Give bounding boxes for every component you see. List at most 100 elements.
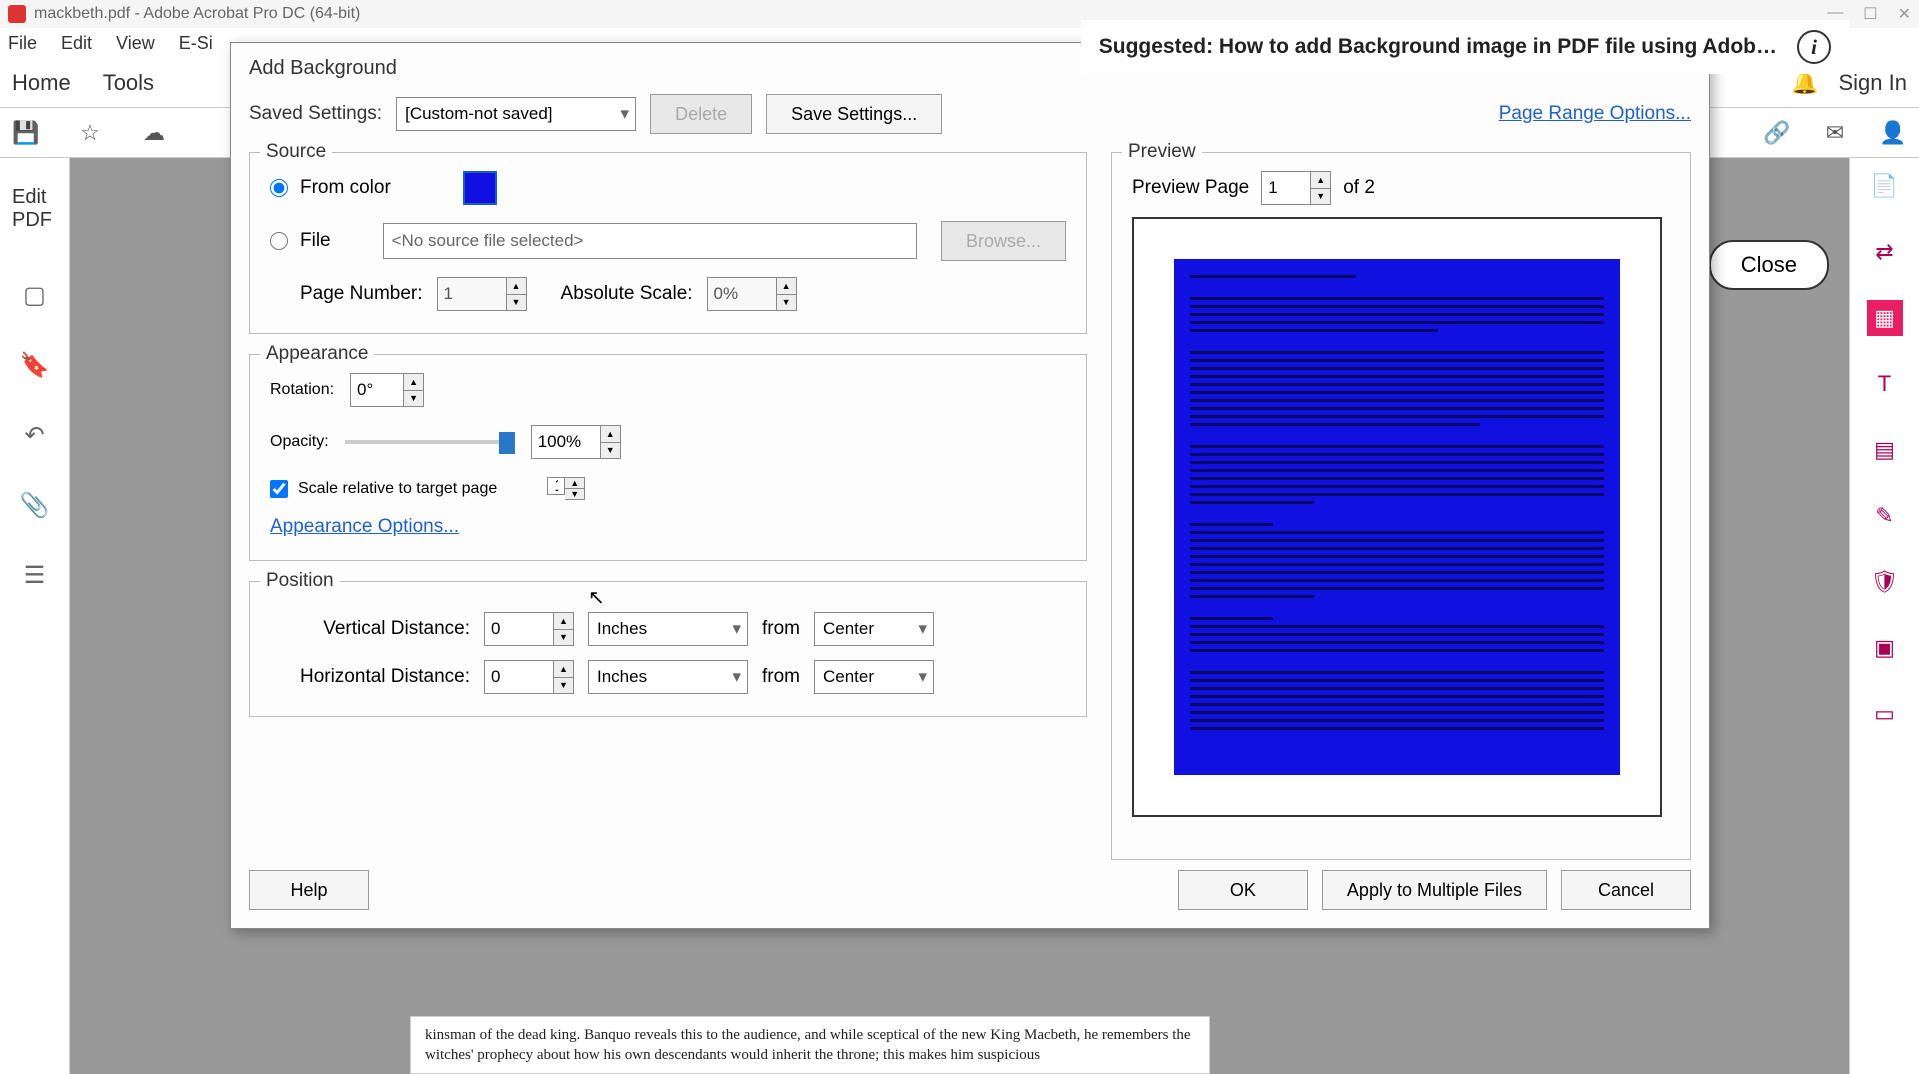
scale-checkbox[interactable] [270,480,288,498]
position-legend: Position [260,570,340,592]
app-icon [8,5,26,23]
preview-page-content [1174,259,1620,775]
page-number-spinner[interactable]: ▲▼ [437,277,527,311]
from-color-radio[interactable] [270,179,288,197]
source-legend: Source [260,141,332,163]
rotation-input[interactable] [350,373,404,407]
edit-pdf-icon[interactable]: ▦ [1867,300,1903,336]
spinner-down-icon[interactable]: ▼ [554,678,573,694]
appearance-options-link[interactable]: Appearance Options... [270,516,459,537]
absolute-scale-input [707,277,777,311]
hdist-input[interactable] [484,660,554,694]
tab-home[interactable]: Home [12,70,71,96]
vdist-from-select[interactable]: Center [814,612,934,646]
create-pdf-icon[interactable]: 📄 [1867,168,1903,204]
spinner-down-icon[interactable]: ▼ [565,489,584,499]
spinner-up-icon[interactable]: ▲ [601,426,620,443]
document-text: kinsman of the dead king. Banquo reveals… [410,1016,1210,1074]
close-icon[interactable]: ✕ [1898,4,1911,24]
spinner-down-icon[interactable]: ▼ [601,443,620,459]
tab-tools[interactable]: Tools [103,70,154,96]
spinner-up-icon[interactable]: ▲ [507,278,526,295]
spinner-down-icon[interactable]: ▼ [554,630,573,646]
scale-input[interactable] [547,477,565,495]
apply-multiple-button[interactable]: Apply to Multiple Files [1322,870,1547,910]
spinner-down-icon[interactable]: ▼ [507,295,526,311]
undo-icon[interactable]: ↶ [20,420,50,450]
edit-pdf-label[interactable]: Edit PDF [0,178,69,240]
window-title: mackbeth.pdf - Adobe Acrobat Pro DC (64-… [34,5,360,23]
vdist-label: Vertical Distance: [270,618,470,640]
slider-thumb[interactable] [499,432,515,454]
pages-icon[interactable]: ▢ [20,280,50,310]
absolute-scale-spinner[interactable]: ▲▼ [707,277,797,311]
compress-icon[interactable]: ▣ [1867,630,1903,666]
mail-icon[interactable]: ✉ [1821,119,1849,147]
rotation-spinner[interactable]: ▲▼ [350,373,424,407]
opacity-input[interactable] [531,425,601,459]
vdist-spinner[interactable]: ▲▼ [484,612,574,646]
hdist-spinner[interactable]: ▲▼ [484,660,574,694]
preview-page-spinner[interactable]: ▲▼ [1261,171,1331,205]
user-icon[interactable]: 👤 [1879,119,1907,147]
help-button[interactable]: Help [249,870,369,910]
menu-edit[interactable]: Edit [61,33,92,54]
hdist-units-select[interactable]: Inches [588,660,748,694]
preview-thumbnail [1132,217,1662,817]
preview-page-label: Preview Page [1132,177,1249,199]
vdist-units-select[interactable]: Inches [588,612,748,646]
save-settings-button[interactable]: Save Settings... [766,94,942,134]
spinner-down-icon[interactable]: ▼ [1311,189,1330,205]
preview-page-input[interactable] [1261,171,1311,205]
link-icon[interactable]: 🔗 [1763,119,1791,147]
page-number-input [437,277,507,311]
organize-icon[interactable]: ▤ [1867,432,1903,468]
spinner-up-icon[interactable]: ▲ [1311,172,1330,189]
spinner-down-icon[interactable]: ▼ [777,295,796,311]
attach-icon[interactable]: 📎 [20,490,50,520]
redact-icon[interactable]: ▭ [1867,696,1903,732]
menu-esign[interactable]: E-Si [179,33,213,54]
menu-view[interactable]: View [116,33,155,54]
spinner-up-icon[interactable]: ▲ [777,278,796,295]
cancel-button[interactable]: Cancel [1561,870,1691,910]
file-label: File [300,230,331,252]
bookmark-icon[interactable]: 🔖 [20,350,50,380]
hdist-label: Horizontal Distance: [270,666,470,688]
spinner-up-icon[interactable]: ▲ [554,613,573,630]
star-icon[interactable]: ☆ [76,119,104,147]
protect-icon[interactable]: 🛡 [1867,564,1903,600]
ok-button[interactable]: OK [1178,870,1308,910]
scale-spinner[interactable]: ▲▼ [547,477,585,500]
close-panel-button[interactable]: Close [1709,240,1829,290]
page-range-link[interactable]: Page Range Options... [1499,103,1691,125]
delete-button[interactable]: Delete [650,94,752,134]
page-number-label: Page Number: [300,283,423,305]
opacity-slider[interactable] [345,440,515,444]
opacity-label: Opacity: [270,433,329,451]
spinner-down-icon[interactable]: ▼ [404,391,423,407]
spinner-up-icon[interactable]: ▲ [554,661,573,678]
preview-legend: Preview [1122,141,1202,163]
maximize-icon[interactable]: ☐ [1863,4,1877,24]
color-swatch[interactable] [463,171,497,205]
sign-icon[interactable]: ✎ [1867,498,1903,534]
spinner-up-icon[interactable]: ▲ [565,478,584,489]
file-radio[interactable] [270,232,288,250]
layers-icon[interactable]: ☰ [20,560,50,590]
from-color-label: From color [300,177,391,199]
save-icon[interactable]: 💾 [12,119,40,147]
vdist-input[interactable] [484,612,554,646]
export-pdf-icon[interactable]: ⇄ [1867,234,1903,270]
cloud-icon[interactable]: ☁ [140,119,168,147]
saved-settings-select[interactable]: [Custom-not saved] [396,97,636,131]
menu-file[interactable]: File [8,33,37,54]
spinner-up-icon[interactable]: ▲ [404,374,423,391]
info-icon[interactable]: i [1797,30,1831,64]
opacity-spinner[interactable]: ▲▼ [531,425,621,459]
hdist-from-select[interactable]: Center [814,660,934,694]
file-input[interactable] [383,223,917,259]
add-background-dialog: Add Background Saved Settings: [Custom-n… [230,42,1710,929]
browse-button[interactable]: Browse... [941,221,1066,261]
text-icon[interactable]: T [1867,366,1903,402]
